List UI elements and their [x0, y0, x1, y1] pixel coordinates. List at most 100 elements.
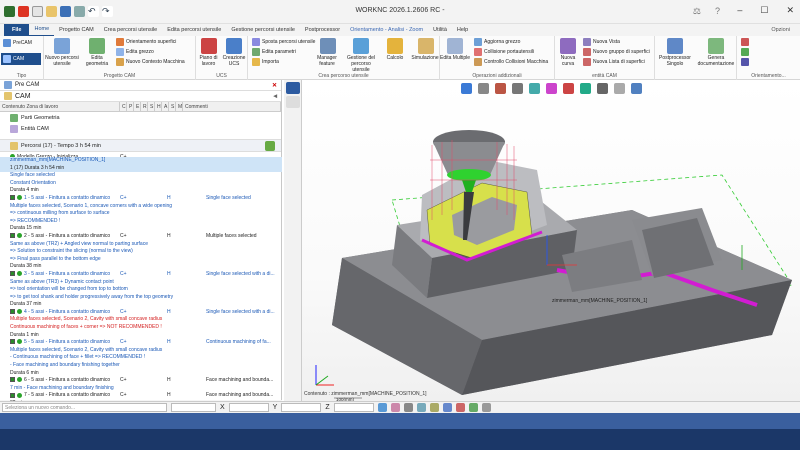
col-c[interactable]: C: [120, 101, 127, 112]
precam-button[interactable]: PreCAM: [3, 39, 32, 47]
3d-viewport[interactable]: zimmerman_mm[MACHINE_POSITION_1] Contenu…: [302, 80, 800, 402]
tab-help[interactable]: Help: [452, 24, 473, 36]
minimize-button[interactable]: –: [737, 5, 742, 16]
col-a[interactable]: A: [162, 101, 169, 112]
axes-icon[interactable]: [285, 96, 300, 108]
tab-home[interactable]: Home: [29, 23, 55, 37]
toolpath-checkbox[interactable]: [10, 392, 15, 398]
close-panel-icon[interactable]: ✕: [272, 82, 277, 89]
col-contenuto[interactable]: Contenuto Zona di lavoro: [0, 101, 120, 112]
opzioni-menu[interactable]: Opzioni: [771, 27, 800, 33]
nuovo-gruppo-button[interactable]: Nuovo gruppo di superfici: [583, 48, 650, 56]
precam-node[interactable]: Pre CAM ✕: [0, 80, 281, 91]
y-field[interactable]: [281, 403, 322, 412]
maximize-button[interactable]: ☐: [760, 5, 768, 16]
toolpath-row[interactable]: Same as above (TR3) + Dynamic contact po…: [0, 279, 282, 287]
gestione-percorso-button[interactable]: Gestione del percorso utensile: [342, 55, 380, 73]
toolpath-row[interactable]: 5 - 5 assi - Finitura a contatto dinamic…: [0, 339, 282, 347]
piano-lavoro-button[interactable]: Piano di lavoro: [196, 55, 221, 67]
creazione-ucs-button[interactable]: Creazione UCS: [221, 55, 247, 67]
toolpath-row[interactable]: 1 (17) Durata 3 h 54 min: [0, 164, 282, 173]
col-p[interactable]: P: [127, 101, 134, 112]
scale-icon[interactable]: ⚖: [693, 6, 701, 17]
toolpath-row[interactable]: Single face selected: [0, 172, 282, 180]
nuova-curva-button[interactable]: Nuova curva: [555, 55, 581, 67]
orient-btn-2[interactable]: [741, 48, 749, 56]
toolpath-row[interactable]: - Continuous machining of face + fillet …: [0, 354, 282, 362]
toolpath-row[interactable]: 6 - 5 assi - Finitura a contatto dinamic…: [0, 377, 282, 385]
edita-parametri-button[interactable]: Edita parametri: [252, 48, 296, 56]
nuova-lista-button[interactable]: Nuova Lista di superfici: [583, 58, 645, 66]
toolpath-checkbox[interactable]: [10, 271, 15, 277]
tab-utilita[interactable]: Utilità: [428, 24, 452, 36]
edita-grezzo-button[interactable]: Edita grezzo: [116, 48, 154, 56]
col-commenti[interactable]: Commenti: [183, 101, 281, 112]
toolpath-row[interactable]: Durata 15 min: [0, 225, 282, 233]
command-select[interactable]: [171, 403, 216, 412]
orient-btn-3[interactable]: [741, 58, 749, 66]
toolpath-row[interactable]: Continuous machining of faces + corner =…: [0, 324, 282, 332]
snap-icon-1[interactable]: [377, 403, 387, 412]
snap-icon-3[interactable]: [403, 403, 413, 412]
toolpath-row[interactable]: 2 - 5 assi - Finitura a contatto dinamic…: [0, 233, 282, 241]
toolpath-checkbox[interactable]: [10, 309, 15, 315]
toolpath-row[interactable]: => tool orientation will be changed from…: [0, 286, 282, 294]
orient-btn-1[interactable]: [741, 38, 749, 46]
col-r[interactable]: R: [141, 101, 148, 112]
entita-cam-node[interactable]: Entità CAM: [0, 123, 281, 134]
col-m[interactable]: M: [176, 101, 183, 112]
sposta-percorsi-button[interactable]: Sposta percorsi utensile: [252, 38, 315, 46]
toolpath-row[interactable]: Durata 37 min: [0, 301, 282, 309]
controllo-collisioni-button[interactable]: Controllo Collisioni Macchina: [474, 58, 548, 66]
toolpath-row[interactable]: 4 - 5 assi - Finitura a contatto dinamic…: [0, 309, 282, 317]
toolpath-row[interactable]: Durata 6 min: [0, 370, 282, 378]
help-icon[interactable]: ?: [715, 6, 720, 17]
tab-progetto-cam[interactable]: Progetto CAM: [54, 24, 99, 36]
edita-multiple-button[interactable]: Edita Multiple: [440, 55, 470, 61]
toolpath-row[interactable]: - Face machining and boundary finishing …: [0, 362, 282, 370]
toolpath-action-icon[interactable]: [265, 140, 275, 151]
tab-file[interactable]: File: [4, 24, 30, 36]
tab-crea-percorsi[interactable]: Crea percorsi utensile: [99, 24, 163, 36]
toolpath-checkbox[interactable]: [10, 195, 15, 201]
toolpath-row[interactable]: Durata 1 min: [0, 332, 282, 340]
orientamento-superfici-button[interactable]: Orientamento superfici: [116, 38, 176, 46]
simulazione-button[interactable]: Simulazione: [408, 55, 442, 61]
toolpath-checkbox[interactable]: [10, 339, 15, 345]
snap-icon-7[interactable]: [455, 403, 465, 412]
toolpath-checkbox[interactable]: [10, 377, 15, 383]
col-e[interactable]: E: [134, 101, 141, 112]
postprocessor-singolo-button[interactable]: Postprocessor Singolo: [655, 55, 695, 67]
toolpath-row[interactable]: Constant Orientation: [0, 180, 282, 188]
toolpath-checkbox[interactable]: [10, 233, 15, 239]
nuovo-percorsi-button[interactable]: Nuovo percorsi utensile: [44, 55, 80, 67]
importa-button[interactable]: Importa: [252, 58, 279, 66]
toolpath-row[interactable]: Multiple faces selected, Scenario 2, Cav…: [0, 347, 282, 355]
col-h[interactable]: H: [155, 101, 162, 112]
snap-icon-4[interactable]: [416, 403, 426, 412]
aggiorna-grezzo-button[interactable]: Aggiorna grezzo: [474, 38, 520, 46]
expand-icon[interactable]: ◂: [273, 92, 277, 100]
toolpath-row[interactable]: 3 - 5 assi - Finitura a contatto dinamic…: [0, 271, 282, 279]
col-s2[interactable]: S: [169, 101, 176, 112]
z-field[interactable]: [333, 403, 374, 412]
close-button[interactable]: ✕: [786, 5, 794, 16]
tab-orientamento[interactable]: Orientamento - Analisi - Zoom: [345, 24, 428, 36]
nuovo-contesto-button[interactable]: Nuovo Contesto Macchina: [116, 58, 185, 66]
snap-icon-9[interactable]: [481, 403, 491, 412]
menu-icon[interactable]: [285, 82, 300, 94]
toolpath-row[interactable]: 7 - 5 assi - Finitura a contatto dinamic…: [0, 392, 282, 400]
toolpath-row[interactable]: => RECOMMENDED !: [0, 218, 282, 226]
toolpath-row[interactable]: 1 - 5 assi - Finitura a contatto dinamic…: [0, 195, 282, 203]
snap-icon-5[interactable]: [429, 403, 439, 412]
snap-icon-8[interactable]: [468, 403, 478, 412]
tab-gestione-percorsi[interactable]: Gestione percorsi utensile: [226, 24, 300, 36]
percorsi-node[interactable]: Percorsi (17) - Tempo 3 h 54 min: [0, 139, 281, 152]
toolpath-row[interactable]: 7 min - Face machining and boundary fini…: [0, 385, 282, 393]
parti-geometria-node[interactable]: Parti Geometria: [0, 112, 281, 123]
cam-node[interactable]: CAM ◂: [0, 91, 281, 102]
toolpath-row[interactable]: => continuous milling from surface to su…: [0, 210, 282, 218]
toolpath-row[interactable]: => Solution to constraint the slicing (n…: [0, 248, 282, 256]
nuova-vista-button[interactable]: Nuova Vista: [583, 38, 620, 46]
tab-postprocessor[interactable]: Postprocessor: [300, 24, 345, 36]
